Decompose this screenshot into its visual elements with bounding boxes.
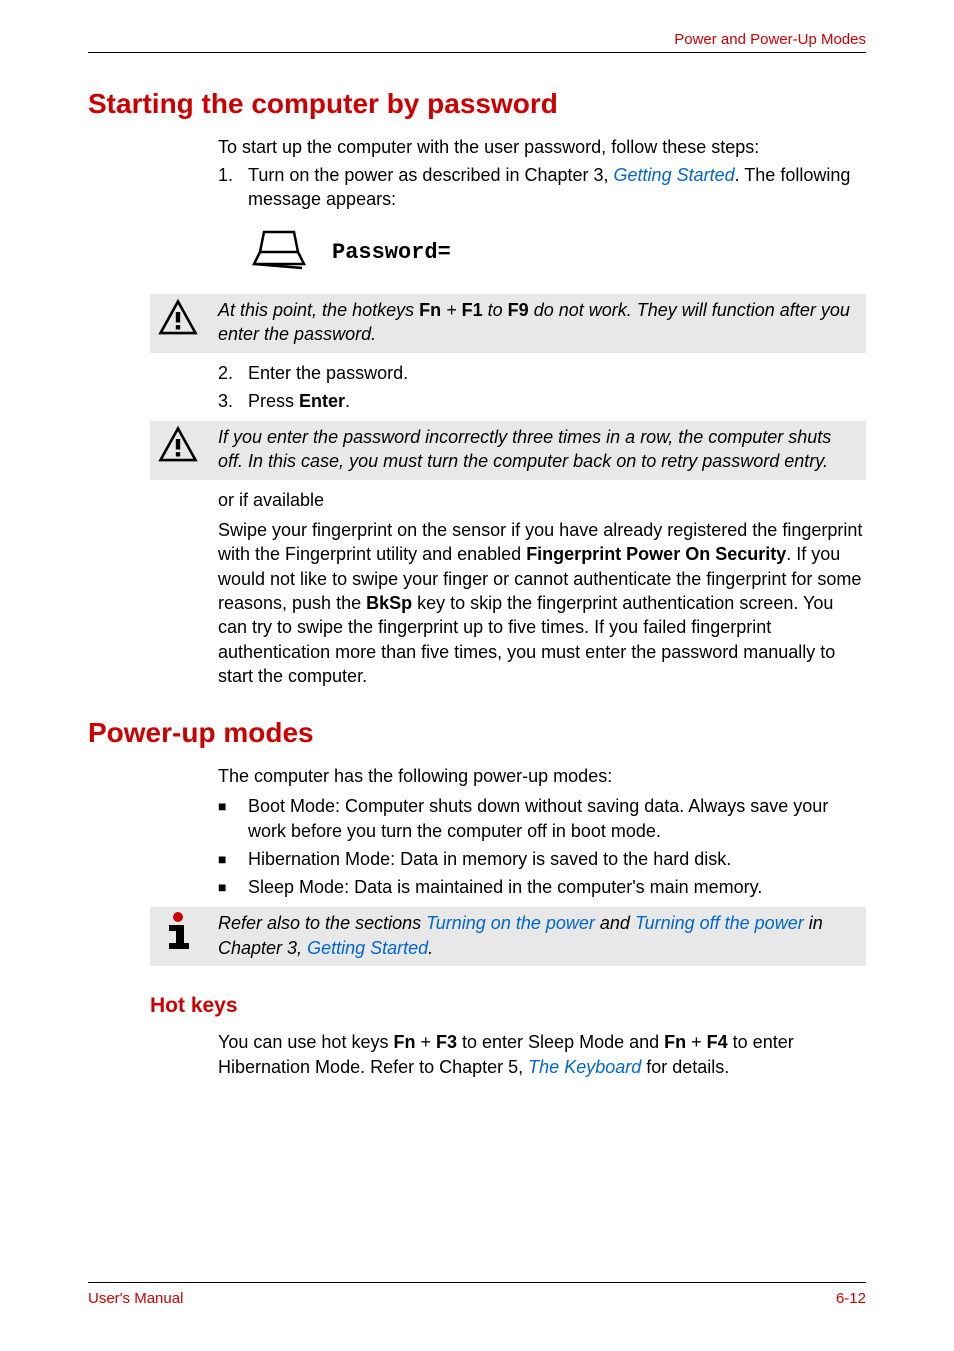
- page-content: Starting the computer by password To sta…: [0, 0, 954, 1079]
- laptop-icon: [250, 230, 308, 276]
- info-refer-also: Refer also to the sections Turning on th…: [150, 907, 866, 966]
- caution-hotkeys-body: At this point, the hotkeys Fn + F1 to F9…: [218, 294, 866, 353]
- footer-page-number: 6-12: [836, 1289, 866, 1309]
- info-icon: [150, 907, 206, 953]
- step1-number: 1.: [218, 163, 248, 212]
- section2-intro: The computer has the following power-up …: [218, 764, 866, 788]
- step3-enter: Enter: [299, 391, 345, 411]
- hk-plus2: +: [686, 1032, 707, 1052]
- section-3-title: Hot keys: [150, 992, 866, 1020]
- caution-hotkeys: At this point, the hotkeys Fn + F1 to F9…: [150, 294, 866, 353]
- page-footer: User's Manual 6-12: [88, 1282, 866, 1309]
- bullet-sleep-body: Sleep Mode: Data is maintained in the co…: [248, 875, 866, 899]
- step3-c: .: [345, 391, 350, 411]
- getting-started-link[interactable]: Getting Started: [614, 165, 735, 185]
- step1-text-a: Turn on the power as described in Chapte…: [248, 165, 614, 185]
- header-rule: [88, 52, 866, 53]
- bullet-hibernation: ■ Hibernation Mode: Data in memory is sa…: [218, 847, 866, 871]
- footer-rule: [88, 1282, 866, 1283]
- hk-mid1: to enter Sleep Mode and: [457, 1032, 664, 1052]
- step2-body: Enter the password.: [248, 361, 866, 385]
- hk-f3: F3: [436, 1032, 457, 1052]
- callout1-f9: F9: [508, 300, 529, 320]
- refer-a: Refer also to the sections: [218, 913, 426, 933]
- hk-end: for details.: [641, 1057, 729, 1077]
- turning-off-link[interactable]: Turning off the power: [635, 913, 804, 933]
- turning-on-link[interactable]: Turning on the power: [426, 913, 595, 933]
- step3-number: 3.: [218, 389, 248, 413]
- fp-b: Fingerprint Power On Security: [526, 544, 786, 564]
- footer-manual: User's Manual: [88, 1289, 183, 1309]
- bullet-sleep: ■ Sleep Mode: Data is maintained in the …: [218, 875, 866, 899]
- hk-plus1: +: [415, 1032, 436, 1052]
- step3-body: Press Enter.: [248, 389, 866, 413]
- caution-icon: [150, 421, 206, 467]
- hk-fn2: Fn: [664, 1032, 686, 1052]
- modes-list: ■ Boot Mode: Computer shuts down without…: [218, 794, 866, 899]
- bullet-marker: ■: [218, 875, 248, 899]
- section-2-title: Power-up modes: [88, 714, 866, 752]
- bullet-boot: ■ Boot Mode: Computer shuts down without…: [218, 794, 866, 843]
- bullet-boot-body: Boot Mode: Computer shuts down without s…: [248, 794, 866, 843]
- getting-started-link-2[interactable]: Getting Started: [307, 938, 428, 958]
- callout1-a: At this point, the hotkeys: [218, 300, 419, 320]
- caution-wrong-password: If you enter the password incorrectly th…: [150, 421, 866, 480]
- callout1-plus: +: [441, 300, 462, 320]
- section1-intro: To start up the computer with the user p…: [218, 135, 866, 159]
- fingerprint-para: Swipe your fingerprint on the sensor if …: [218, 518, 866, 688]
- hk-fn1: Fn: [393, 1032, 415, 1052]
- password-prompt-row: Password=: [250, 230, 866, 276]
- hk-a: You can use hot keys: [218, 1032, 393, 1052]
- fp-d: BkSp: [366, 593, 412, 613]
- refer-mid: and: [595, 913, 635, 933]
- step-2: 2. Enter the password.: [218, 361, 866, 385]
- section-1-title: Starting the computer by password: [88, 85, 866, 123]
- caution-icon: [150, 294, 206, 340]
- step3-a: Press: [248, 391, 299, 411]
- step-3: 3. Press Enter.: [218, 389, 866, 413]
- step1-body: Turn on the power as described in Chapte…: [248, 163, 866, 212]
- callout1-f1: F1: [462, 300, 483, 320]
- callout1-mid: to: [483, 300, 508, 320]
- header-section: Power and Power-Up Modes: [674, 30, 866, 50]
- refer-c: .: [428, 938, 433, 958]
- step2-number: 2.: [218, 361, 248, 385]
- hotkeys-body: You can use hot keys Fn + F3 to enter Sl…: [218, 1030, 866, 1079]
- keyboard-link[interactable]: The Keyboard: [528, 1057, 641, 1077]
- callout1-fn: Fn: [419, 300, 441, 320]
- bullet-marker: ■: [218, 794, 248, 843]
- or-if-available: or if available: [218, 488, 866, 512]
- step-1: 1. Turn on the power as described in Cha…: [218, 163, 866, 212]
- caution-wrong-password-body: If you enter the password incorrectly th…: [218, 421, 866, 480]
- hk-f4: F4: [707, 1032, 728, 1052]
- bullet-marker: ■: [218, 847, 248, 871]
- info-refer-body: Refer also to the sections Turning on th…: [218, 907, 866, 966]
- password-prompt-text: Password=: [332, 238, 451, 268]
- bullet-hib-body: Hibernation Mode: Data in memory is save…: [248, 847, 866, 871]
